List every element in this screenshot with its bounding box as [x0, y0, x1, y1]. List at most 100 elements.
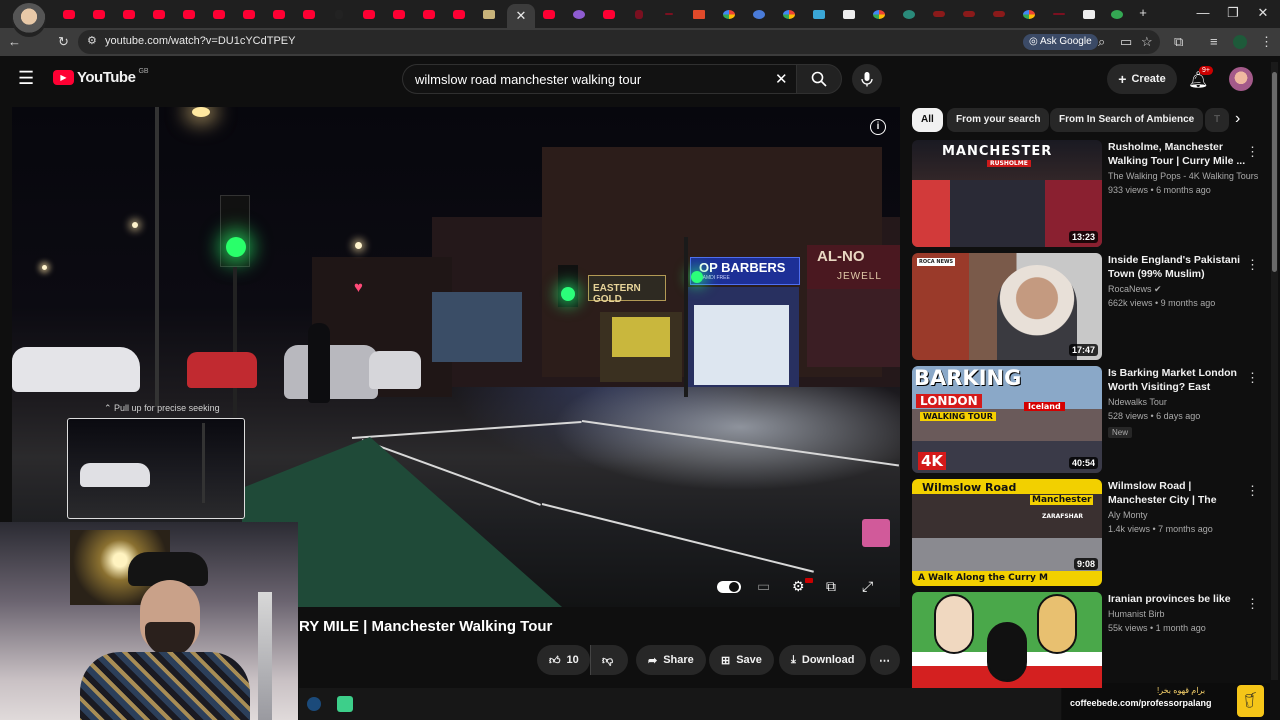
tab-other[interactable] [956, 4, 982, 24]
extensions-icon[interactable]: ⧉ [1174, 34, 1183, 50]
recommendation-item[interactable]: Wilmslow Road Manchester ZARAFSHAR A Wal… [912, 479, 1270, 589]
tab-other[interactable] [656, 4, 682, 24]
tab-other[interactable] [1046, 4, 1072, 24]
coffee-banner[interactable]: برام قهوه بخر! coffeebede.com/professorp… [1062, 683, 1270, 720]
tab-other[interactable] [746, 4, 772, 24]
video-thumbnail[interactable]: ROCA NEWS 17:47 [912, 253, 1102, 360]
clear-search-icon[interactable]: ✕ [775, 70, 788, 88]
subtitles-icon[interactable]: ▭ [757, 578, 770, 595]
like-button[interactable]: 👍︎ 10 [537, 645, 590, 675]
tab-other[interactable] [566, 4, 592, 24]
video-thumbnail[interactable] [912, 592, 1102, 688]
share-button[interactable]: ➦ Share [636, 645, 706, 675]
rec-title[interactable]: Iranian provinces be like [1108, 592, 1248, 606]
tab-youtube[interactable] [56, 4, 82, 24]
video-thumbnail[interactable]: BARKING LONDON WALKING TOUR Iceland 4K 4… [912, 366, 1102, 473]
create-button[interactable]: + Create [1107, 64, 1177, 94]
new-tab-button[interactable]: + [1128, 5, 1158, 20]
tab-youtube[interactable] [446, 4, 472, 24]
browser-menu-icon[interactable]: ⋮ [1260, 34, 1273, 50]
voice-search-button[interactable] [852, 64, 882, 94]
rec-title[interactable]: Rusholme, Manchester Walking Tour | Curr… [1108, 140, 1248, 168]
bookmark-star-icon[interactable]: ☆ [1141, 34, 1153, 50]
rec-channel[interactable]: Ndewalks Tour [1108, 397, 1167, 407]
tab-google[interactable] [866, 4, 892, 24]
maximize-button[interactable]: ❐ [1218, 5, 1248, 21]
tab-youtube[interactable] [596, 4, 622, 24]
tab-youtube[interactable] [416, 4, 442, 24]
dislike-button[interactable]: 👎︎ [590, 645, 628, 675]
tab-youtube[interactable] [386, 4, 412, 24]
ask-google-button[interactable]: ◎ Ask Google [1023, 34, 1098, 50]
tab-maps[interactable] [1104, 4, 1130, 24]
tab-youtube[interactable] [176, 4, 202, 24]
more-vertical-icon[interactable]: ⋮ [1246, 257, 1259, 273]
rec-channel[interactable]: Humanist Birb [1108, 609, 1165, 619]
tab-other[interactable] [476, 4, 502, 24]
profile-icon[interactable] [1233, 35, 1247, 49]
more-actions-button[interactable]: ⋯ [870, 645, 900, 675]
app-icon[interactable] [337, 696, 353, 712]
tab-youtube[interactable] [236, 4, 262, 24]
cast-icon[interactable]: ▭ [1120, 34, 1132, 50]
tab-wikipedia[interactable] [836, 4, 862, 24]
miniplayer-icon[interactable]: ⧉ [826, 578, 836, 595]
media-controls-icon[interactable]: ≡ [1210, 34, 1218, 49]
rec-channel[interactable]: RocaNews ✔ [1108, 284, 1162, 295]
tab-wikipedia[interactable] [1076, 4, 1102, 24]
recommendation-item[interactable]: Iranian provinces be like Humanist Birb … [912, 592, 1270, 688]
tab-other[interactable] [626, 4, 652, 24]
autoplay-toggle[interactable] [717, 581, 741, 593]
tab-youtube[interactable] [296, 4, 322, 24]
hamburger-menu-icon[interactable]: ☰ [18, 68, 34, 89]
recommendation-item[interactable]: ROCA NEWS 17:47 Inside England's Pakista… [912, 253, 1270, 363]
more-vertical-icon[interactable]: ⋮ [1246, 483, 1259, 499]
tab-youtube[interactable] [266, 4, 292, 24]
tab-other[interactable] [926, 4, 952, 24]
rec-title[interactable]: Wilmslow Road | Manchester City | The Cu… [1108, 479, 1248, 507]
tab-active[interactable]: ✕ [507, 4, 535, 28]
tab-youtube[interactable] [206, 4, 232, 24]
download-button[interactable]: ⤓ Download [779, 645, 867, 675]
tab-youtube[interactable] [116, 4, 142, 24]
tab-youtube[interactable] [356, 4, 382, 24]
window-close-button[interactable]: ✕ [1248, 5, 1278, 21]
zoom-icon[interactable]: ⌕ [1098, 34, 1105, 50]
video-thumbnail[interactable]: MANCHESTER RUSHOLME 13:23 [912, 140, 1102, 247]
more-vertical-icon[interactable]: ⋮ [1246, 370, 1259, 386]
rec-channel[interactable]: Aly Monty [1108, 510, 1148, 520]
profile-avatar[interactable] [12, 3, 46, 37]
more-vertical-icon[interactable]: ⋮ [1246, 596, 1259, 612]
tab-youtube[interactable] [146, 4, 172, 24]
tab-other[interactable] [326, 4, 352, 24]
info-icon[interactable]: i [870, 119, 886, 135]
back-arrow-icon[interactable]: ← [8, 34, 21, 49]
more-vertical-icon[interactable]: ⋮ [1246, 144, 1259, 160]
notifications-button[interactable]: 🔔︎ 9+ [1188, 66, 1213, 90]
steam-icon[interactable] [307, 697, 321, 711]
video-thumbnail[interactable]: Wilmslow Road Manchester ZARAFSHAR A Wal… [912, 479, 1102, 586]
tab-youtube[interactable] [536, 4, 562, 24]
tab-other[interactable] [986, 4, 1012, 24]
account-avatar[interactable] [1229, 67, 1253, 91]
youtube-logo[interactable]: ▶ YouTube GB [53, 68, 149, 86]
chip-all[interactable]: All [912, 108, 943, 132]
settings-gear-icon[interactable]: ⚙ [792, 578, 805, 595]
tab-other[interactable] [896, 4, 922, 24]
chip-from-your-search[interactable]: From your search [947, 108, 1050, 132]
rec-title[interactable]: Inside England's Pakistani Town (99% Mus… [1108, 253, 1248, 281]
fullscreen-icon[interactable]: ⤢ [862, 578, 873, 595]
chevron-right-icon[interactable]: › [1235, 110, 1240, 128]
save-button[interactable]: ⊞ Save [709, 645, 774, 675]
tab-other[interactable] [686, 4, 712, 24]
reload-icon[interactable]: ↻ [58, 34, 69, 50]
tab-other[interactable] [806, 4, 832, 24]
tab-google[interactable] [716, 4, 742, 24]
tab-google[interactable] [776, 4, 802, 24]
search-input[interactable]: wilmslow road manchester walking tour ✕ [402, 64, 796, 94]
page-scrollbar[interactable] [1271, 62, 1278, 680]
site-info-icon[interactable]: ⚙ [87, 34, 97, 47]
chip-truncated[interactable]: T [1205, 108, 1230, 132]
tab-google[interactable] [1016, 4, 1042, 24]
address-bar[interactable]: ⚙ youtube.com/watch?v=DU1cYCdTPEY ◎ Ask … [78, 30, 1160, 54]
